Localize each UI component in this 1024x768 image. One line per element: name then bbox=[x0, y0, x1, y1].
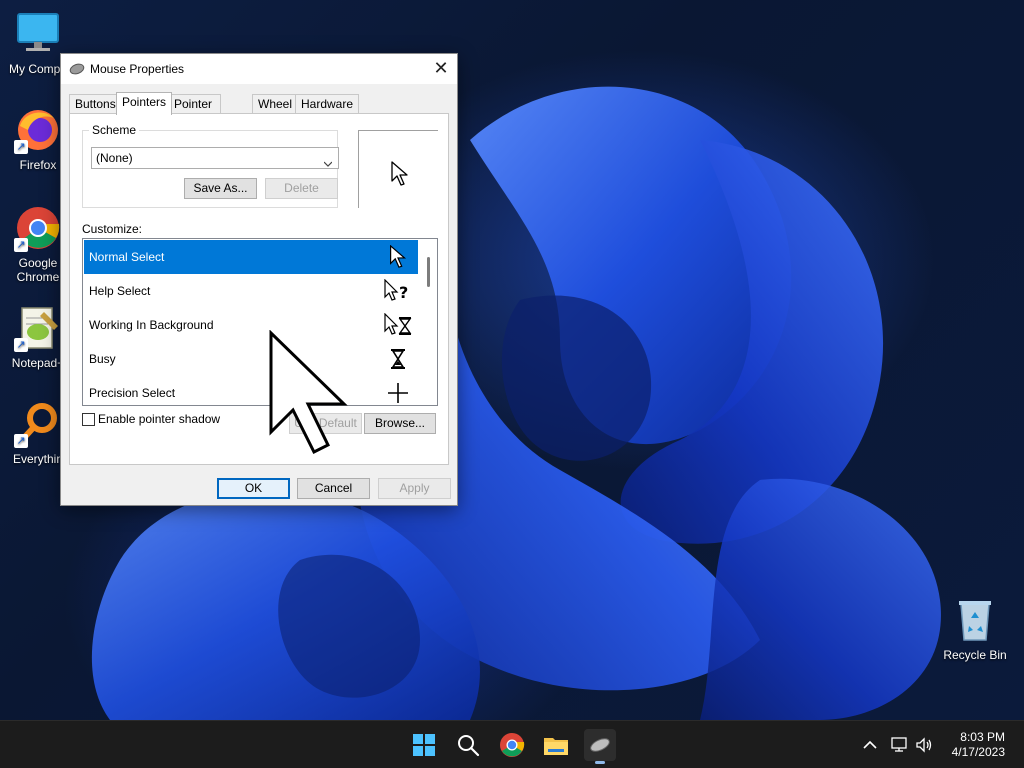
dialog-title: Mouse Properties bbox=[90, 62, 185, 76]
everything-search-icon: ↗ bbox=[14, 400, 62, 448]
system-clock[interactable]: 8:03 PM 4/17/2023 bbox=[952, 730, 1005, 760]
list-item-label: Busy bbox=[89, 352, 116, 366]
pointer-preview bbox=[358, 130, 438, 208]
apply-button[interactable]: Apply bbox=[378, 478, 451, 499]
cancel-button[interactable]: Cancel bbox=[297, 478, 370, 499]
enable-pointer-shadow-checkbox[interactable] bbox=[82, 413, 95, 426]
list-item-label: Help Select bbox=[89, 284, 151, 298]
tab-hardware[interactable]: Hardware bbox=[295, 94, 360, 114]
working-cursor-icon bbox=[384, 312, 414, 337]
clock-time: 8:03 PM bbox=[960, 730, 1005, 744]
scheme-selected-value: (None) bbox=[96, 151, 133, 165]
cursor-list[interactable]: Normal Select Help Select ? Working In B… bbox=[82, 238, 438, 406]
clock-date: 4/17/2023 bbox=[951, 745, 1005, 759]
browse-button[interactable]: Browse... bbox=[364, 413, 436, 434]
crosshair-cursor-icon bbox=[386, 381, 410, 405]
help-cursor-icon: ? bbox=[384, 278, 414, 303]
chrome-icon bbox=[500, 733, 525, 757]
svg-text:?: ? bbox=[399, 283, 408, 302]
notepad-plus-icon: ↗ bbox=[14, 304, 62, 352]
close-button[interactable]: ✕ bbox=[425, 54, 457, 84]
list-item[interactable]: Help Select ? bbox=[84, 274, 418, 308]
taskbar-mouse-properties[interactable] bbox=[584, 729, 616, 764]
active-app-indicator bbox=[595, 761, 605, 764]
mouse-pointer-icon bbox=[268, 329, 348, 456]
scheme-dropdown[interactable]: (None) bbox=[91, 147, 339, 169]
hourglass-cursor-icon bbox=[386, 347, 410, 371]
list-item[interactable]: Busy bbox=[84, 342, 418, 376]
save-as-button[interactable]: Save As... bbox=[184, 178, 257, 199]
chevron-down-icon bbox=[323, 154, 333, 167]
list-item-label: Precision Select bbox=[89, 386, 176, 400]
shortcut-arrow-icon: ↗ bbox=[14, 238, 28, 252]
enable-pointer-shadow-label: Enable pointer shadow bbox=[98, 412, 221, 426]
firefox-icon: ↗ bbox=[14, 106, 62, 154]
desktop-icon-label: Recycle Bin bbox=[943, 648, 1007, 662]
list-item[interactable]: Normal Select bbox=[84, 240, 418, 274]
tab-wheel[interactable]: Wheel bbox=[252, 94, 299, 114]
start-icon bbox=[413, 734, 435, 756]
start-button[interactable] bbox=[408, 729, 440, 761]
monitor-icon bbox=[14, 10, 62, 58]
file-explorer-icon bbox=[544, 738, 568, 755]
customize-label: Customize: bbox=[82, 222, 143, 236]
pointers-tab-panel: Scheme (None) Save As... Delete Customiz… bbox=[69, 113, 449, 465]
mouse-properties-dialog: Mouse Properties ✕ Buttons Pointers Poin… bbox=[60, 53, 458, 506]
taskbar: 8:03 PM 4/17/2023 bbox=[0, 720, 1024, 768]
delete-button[interactable]: Delete bbox=[265, 178, 338, 199]
list-item-label: Normal Select bbox=[89, 250, 165, 264]
dialog-titlebar[interactable]: Mouse Properties ✕ bbox=[61, 54, 457, 84]
arrow-cursor-icon bbox=[386, 244, 410, 269]
network-icon[interactable] bbox=[890, 735, 910, 755]
arrow-cursor-icon bbox=[391, 161, 409, 190]
recycle-bin-icon bbox=[951, 596, 999, 644]
shortcut-arrow-icon: ↗ bbox=[14, 140, 28, 154]
taskbar-file-explorer[interactable] bbox=[540, 729, 572, 761]
shortcut-arrow-icon: ↗ bbox=[14, 434, 28, 448]
search-button[interactable] bbox=[452, 729, 484, 761]
close-icon: ✕ bbox=[433, 58, 449, 78]
list-scrollbar[interactable] bbox=[420, 239, 437, 405]
taskbar-chrome[interactable] bbox=[496, 729, 528, 761]
shortcut-arrow-icon: ↗ bbox=[14, 338, 28, 352]
ok-button[interactable]: OK bbox=[217, 478, 290, 499]
list-item[interactable]: Working In Background bbox=[84, 308, 418, 342]
search-icon bbox=[458, 735, 480, 757]
tab-buttons[interactable]: Buttons bbox=[69, 94, 122, 114]
mouse-properties-icon bbox=[590, 738, 610, 752]
chrome-icon: ↗ bbox=[14, 204, 62, 252]
list-item-label: Working In Background bbox=[89, 318, 214, 332]
desktop-icon-recycle-bin[interactable]: Recycle Bin bbox=[937, 596, 1013, 662]
mouse-icon bbox=[69, 63, 85, 75]
scheme-group: Scheme (None) Save As... Delete bbox=[82, 123, 339, 208]
scrollbar-thumb[interactable] bbox=[427, 257, 430, 287]
volume-icon[interactable] bbox=[914, 735, 934, 755]
tab-pointers[interactable]: Pointers bbox=[116, 92, 173, 115]
list-item[interactable]: Precision Select bbox=[84, 376, 418, 405]
chevron-up-icon[interactable] bbox=[860, 735, 880, 755]
scheme-label: Scheme bbox=[89, 123, 140, 137]
tab-pointer-options[interactable]: Pointer Options bbox=[168, 94, 222, 129]
